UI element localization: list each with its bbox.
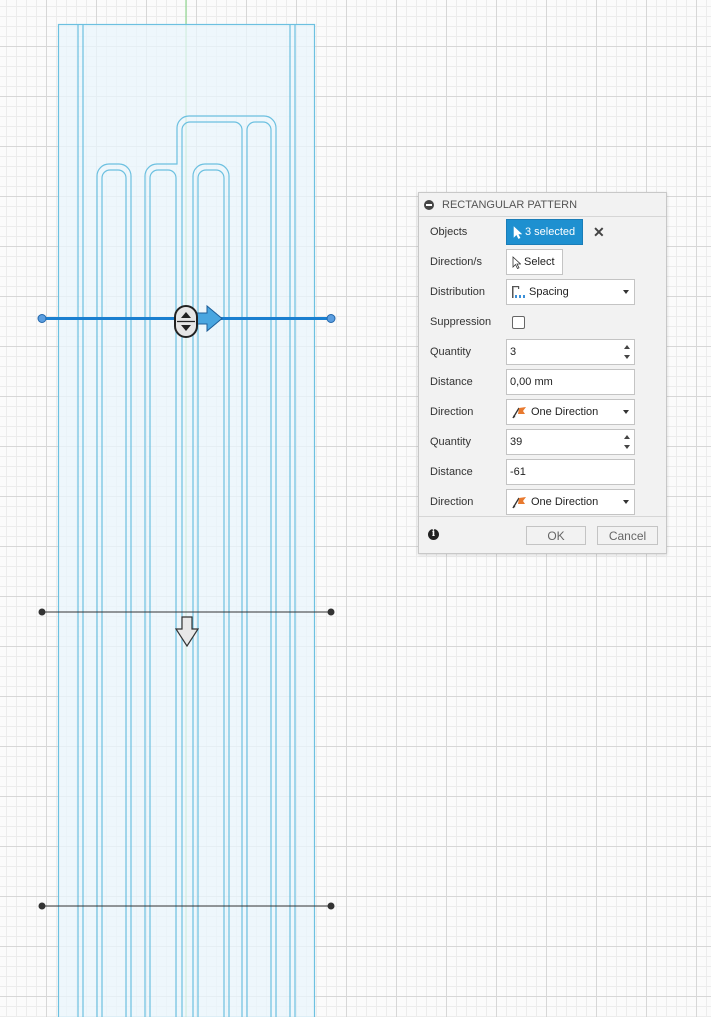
cursor-icon	[512, 255, 521, 269]
spin-up-icon[interactable]	[624, 435, 630, 439]
spin-down-icon[interactable]	[624, 445, 630, 449]
cursor-icon	[513, 225, 522, 239]
rectangular-pattern-panel: RECTANGULAR PATTERN Objects 3 selected ✕…	[418, 192, 667, 554]
ok-button[interactable]: OK	[526, 526, 586, 545]
objects-row: Objects 3 selected ✕	[419, 217, 666, 247]
objects-selection-value: 3 selected	[525, 226, 576, 238]
direction-label-1: Direction	[430, 406, 474, 418]
quantity-row-2: Quantity 39	[419, 427, 666, 457]
quantity-input-2[interactable]: 39	[506, 429, 635, 455]
quantity-value-2: 39	[510, 436, 523, 448]
suppression-row: Suppression	[419, 307, 666, 337]
quantity-label-2: Quantity	[430, 436, 471, 448]
distribution-dropdown[interactable]: Spacing	[506, 279, 635, 305]
direction-label-2: Direction	[430, 496, 474, 508]
pattern-end-point-left[interactable]	[38, 902, 46, 910]
distance-value-2: -61	[510, 466, 526, 478]
direction-row-1: Direction One Direction	[419, 397, 666, 427]
chevron-down-icon	[623, 290, 629, 294]
distance-row-1: Distance 0,00 mm	[419, 367, 666, 397]
pattern-end-point-left[interactable]	[38, 608, 46, 616]
quantity-value-1: 3	[510, 346, 517, 358]
spacing-icon	[512, 286, 525, 298]
directions-select-label: Select	[524, 256, 555, 268]
manipulator-end-point-left[interactable]	[37, 314, 47, 323]
distance-input-1[interactable]: 0,00 mm	[506, 369, 635, 395]
suppression-label: Suppression	[430, 316, 492, 328]
direction-value-2: One Direction	[531, 496, 599, 508]
suppression-checkbox[interactable]	[512, 315, 525, 329]
directions-select-button[interactable]: Select	[506, 249, 563, 275]
pattern-end-point-right[interactable]	[327, 608, 335, 616]
info-icon[interactable]: i	[428, 529, 439, 540]
distance-label-2: Distance	[430, 466, 473, 478]
cancel-button[interactable]: Cancel	[597, 526, 658, 545]
flag-icon	[512, 407, 526, 419]
objects-selection-button[interactable]: 3 selected	[506, 219, 583, 245]
distance-label-1: Distance	[430, 376, 473, 388]
direction-dropdown-1[interactable]: One Direction	[506, 399, 635, 425]
distance-value-1: 0,00 mm	[510, 376, 553, 388]
manipulator-end-point-right[interactable]	[326, 314, 336, 323]
distribution-value: Spacing	[529, 286, 569, 298]
panel-title: RECTANGULAR PATTERN	[442, 198, 578, 211]
distance-input-2[interactable]: -61	[506, 459, 635, 485]
spin-down-icon[interactable]	[624, 355, 630, 359]
objects-label: Objects	[430, 226, 468, 238]
distribution-label: Distribution	[430, 286, 486, 298]
chevron-down-icon	[623, 500, 629, 504]
pattern-end-point-right[interactable]	[327, 902, 335, 910]
quantity-input-1[interactable]: 3	[506, 339, 635, 365]
distribution-row: Distribution Spacing	[419, 277, 666, 307]
direction-row-2: Direction One Direction	[419, 487, 666, 517]
quantity-label-1: Quantity	[430, 346, 471, 358]
quantity-stepper-icon[interactable]	[174, 305, 198, 338]
quantity-row-1: Quantity 3	[419, 337, 666, 367]
spin-up-icon[interactable]	[624, 345, 630, 349]
direction-dropdown-2[interactable]: One Direction	[506, 489, 635, 515]
directions-label: Direction/s	[430, 256, 482, 268]
directions-row: Direction/s Select	[419, 247, 666, 277]
flag-icon	[512, 497, 526, 509]
panel-header: RECTANGULAR PATTERN	[419, 193, 666, 217]
chevron-down-icon	[623, 410, 629, 414]
quantity-spinner-1[interactable]	[622, 342, 632, 362]
clear-selection-icon[interactable]: ✕	[593, 224, 605, 241]
quantity-spinner-2[interactable]	[622, 432, 632, 452]
collapse-icon[interactable]	[424, 199, 434, 210]
panel-footer: i OK Cancel	[419, 516, 666, 553]
direction-value-1: One Direction	[531, 406, 599, 418]
distance-row-2: Distance -61	[419, 457, 666, 487]
